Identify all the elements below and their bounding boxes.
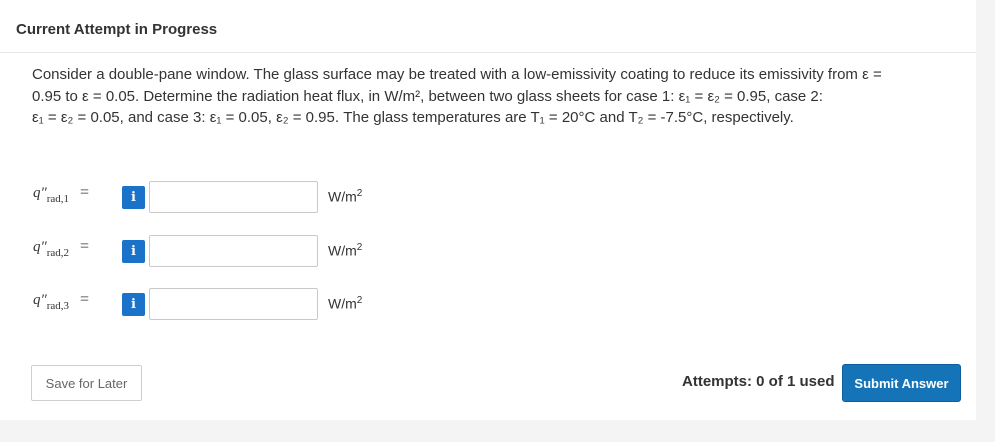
header-title: Current Attempt in Progress: [16, 21, 218, 38]
answer-input-1[interactable]: [149, 181, 318, 213]
unit-base-3: W/m: [328, 295, 357, 312]
info-icon[interactable]: i: [122, 240, 145, 263]
variable-label-3: q″rad,3: [33, 292, 70, 312]
question-line-3: ε₁ = ε₂ = 0.05, and case 3: ε₁ = 0.05, ε…: [32, 109, 794, 126]
save-for-later-button[interactable]: Save for Later: [31, 365, 142, 401]
variable-label-1: q″rad,1: [33, 185, 70, 205]
equals-sign-2: =: [80, 238, 90, 255]
variable-subscript-1: rad,1: [46, 193, 70, 205]
variable-symbol-3: q″: [33, 292, 47, 308]
answer-input-3[interactable]: [149, 288, 318, 320]
answer-input-2[interactable]: [149, 235, 318, 267]
unit-label-1: W/m2: [328, 188, 362, 205]
submit-answer-button[interactable]: Submit Answer: [842, 364, 961, 402]
question-text: Consider a double-pane window. The glass…: [32, 64, 932, 129]
unit-base-2: W/m: [328, 242, 357, 259]
answer-row-3: q″rad,3 = i W/m2: [0, 288, 600, 322]
question-card: Current Attempt in Progress Consider a d…: [0, 0, 976, 420]
info-icon[interactable]: i: [122, 293, 145, 316]
equals-sign-1: =: [80, 184, 90, 201]
equals-sign-3: =: [80, 291, 90, 308]
answer-row-2: q″rad,2 = i W/m2: [0, 235, 600, 269]
variable-subscript-3: rad,3: [46, 300, 70, 312]
variable-symbol-1: q″: [33, 185, 47, 201]
unit-label-2: W/m2: [328, 242, 362, 259]
question-line-2: 0.95 to ε = 0.05. Determine the radiatio…: [32, 87, 823, 105]
unit-exponent-1: 2: [356, 188, 363, 199]
variable-label-2: q″rad,2: [33, 239, 70, 259]
info-icon[interactable]: i: [122, 186, 145, 209]
attempts-counter: Attempts: 0 of 1 used: [682, 373, 835, 390]
variable-subscript-2: rad,2: [46, 247, 70, 259]
question-line-1: Consider a double-pane window. The glass…: [32, 66, 882, 83]
variable-symbol-2: q″: [33, 239, 47, 255]
unit-exponent-2: 2: [356, 242, 363, 253]
question-header: Current Attempt in Progress: [0, 0, 976, 53]
answer-row-1: q″rad,1 = i W/m2: [0, 181, 600, 215]
unit-base-1: W/m: [328, 188, 357, 205]
unit-label-3: W/m2: [328, 295, 362, 312]
unit-exponent-3: 2: [356, 295, 363, 306]
